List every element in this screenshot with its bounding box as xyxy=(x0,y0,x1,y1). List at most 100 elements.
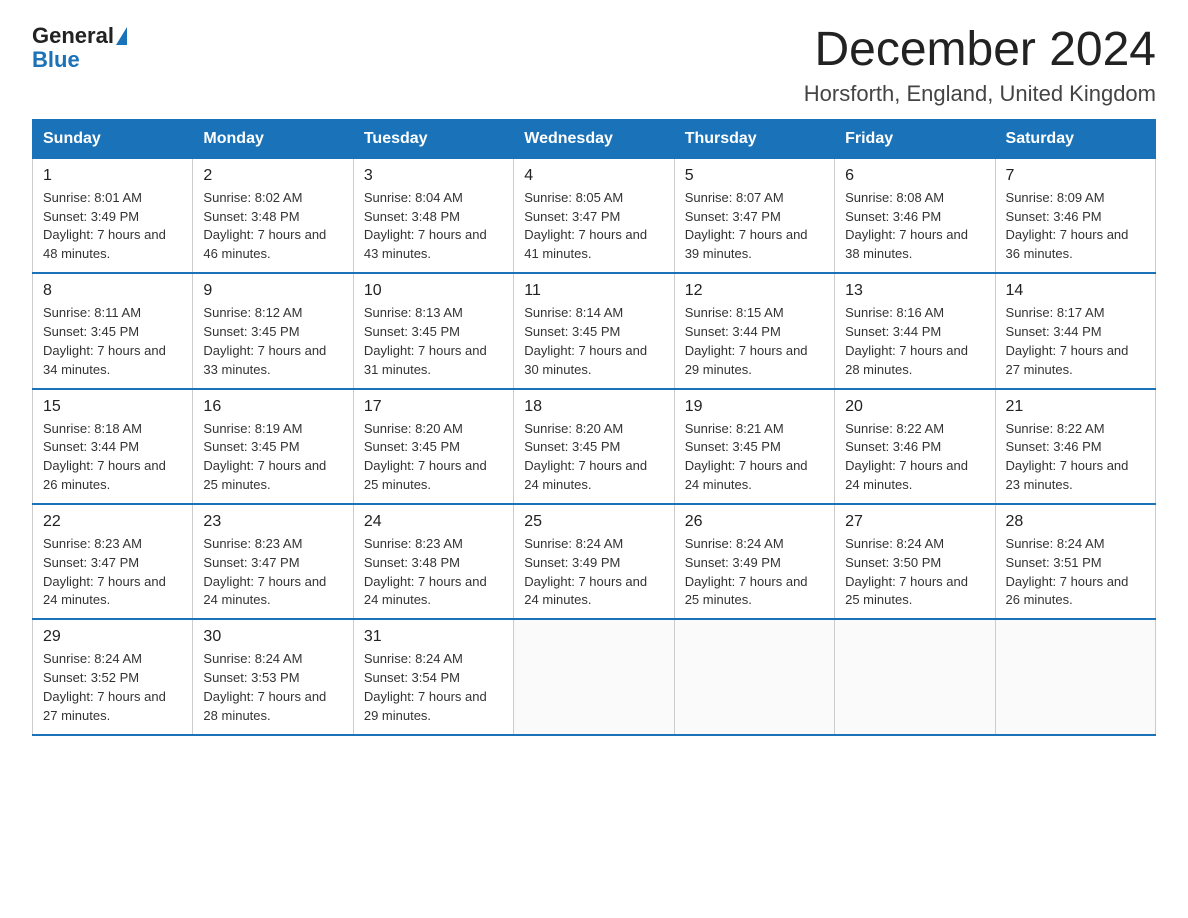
day-number: 27 xyxy=(845,513,984,531)
day-info: Sunrise: 8:01 AMSunset: 3:49 PMDaylight:… xyxy=(43,189,182,264)
day-number: 4 xyxy=(524,167,663,185)
day-info: Sunrise: 8:11 AMSunset: 3:45 PMDaylight:… xyxy=(43,304,182,379)
day-number: 21 xyxy=(1006,398,1145,416)
table-row: 26 Sunrise: 8:24 AMSunset: 3:49 PMDayligh… xyxy=(674,504,834,619)
day-info: Sunrise: 8:22 AMSunset: 3:46 PMDaylight:… xyxy=(1006,420,1145,495)
day-number: 30 xyxy=(203,628,342,646)
table-row: 10 Sunrise: 8:13 AMSunset: 3:45 PMDayligh… xyxy=(353,273,513,388)
month-title: December 2024 xyxy=(804,24,1156,77)
table-row: 25Sunrise: 8:24 AMSunset: 3:49 PMDayligh… xyxy=(514,504,674,619)
day-number: 10 xyxy=(364,282,503,300)
day-info: Sunrise: 8:16 AMSunset: 3:44 PMDaylight:… xyxy=(845,304,984,379)
day-number: 19 xyxy=(685,398,824,416)
day-info: Sunrise: 8:13 AMSunset: 3:45 PMDaylight:… xyxy=(364,304,503,379)
day-number: 5 xyxy=(685,167,824,185)
day-number: 8 xyxy=(43,282,182,300)
table-row: 1 Sunrise: 8:01 AMSunset: 3:49 PMDaylight… xyxy=(33,158,193,273)
table-row: 13 Sunrise: 8:16 AMSunset: 3:44 PMDayligh… xyxy=(835,273,995,388)
table-row: 24Sunrise: 8:23 AMSunset: 3:48 PMDayligh… xyxy=(353,504,513,619)
table-row: 28 Sunrise: 8:24 AMSunset: 3:51 PMDayligh… xyxy=(995,504,1155,619)
calendar-week-row: 8 Sunrise: 8:11 AMSunset: 3:45 PMDaylight… xyxy=(33,273,1156,388)
table-row: 6 Sunrise: 8:08 AMSunset: 3:46 PMDaylight… xyxy=(835,158,995,273)
calendar-header-row: Sunday Monday Tuesday Wednesday Thursday… xyxy=(33,119,1156,158)
day-number: 31 xyxy=(364,628,503,646)
table-row xyxy=(995,619,1155,734)
day-number: 25 xyxy=(524,513,663,531)
day-info: Sunrise: 8:23 AMSunset: 3:47 PMDaylight:… xyxy=(43,535,182,610)
day-number: 15 xyxy=(43,398,182,416)
day-number: 12 xyxy=(685,282,824,300)
day-info: Sunrise: 8:24 AMSunset: 3:49 PMDaylight:… xyxy=(685,535,824,610)
table-row xyxy=(835,619,995,734)
day-number: 29 xyxy=(43,628,182,646)
col-tuesday: Tuesday xyxy=(353,119,513,158)
table-row: 4Sunrise: 8:05 AMSunset: 3:47 PMDaylight… xyxy=(514,158,674,273)
day-info: Sunrise: 8:24 AMSunset: 3:51 PMDaylight:… xyxy=(1006,535,1145,610)
day-number: 9 xyxy=(203,282,342,300)
table-row: 12 Sunrise: 8:15 AMSunset: 3:44 PMDayligh… xyxy=(674,273,834,388)
day-info: Sunrise: 8:18 AMSunset: 3:44 PMDaylight:… xyxy=(43,420,182,495)
table-row: 22Sunrise: 8:23 AMSunset: 3:47 PMDayligh… xyxy=(33,504,193,619)
day-number: 26 xyxy=(685,513,824,531)
table-row: 14Sunrise: 8:17 AMSunset: 3:44 PMDayligh… xyxy=(995,273,1155,388)
day-info: Sunrise: 8:24 AMSunset: 3:50 PMDaylight:… xyxy=(845,535,984,610)
day-info: Sunrise: 8:20 AMSunset: 3:45 PMDaylight:… xyxy=(364,420,503,495)
day-info: Sunrise: 8:02 AMSunset: 3:48 PMDaylight:… xyxy=(203,189,342,264)
day-info: Sunrise: 8:14 AMSunset: 3:45 PMDaylight:… xyxy=(524,304,663,379)
day-info: Sunrise: 8:08 AMSunset: 3:46 PMDaylight:… xyxy=(845,189,984,264)
logo-general: General xyxy=(32,24,114,48)
table-row: 15 Sunrise: 8:18 AMSunset: 3:44 PMDayligh… xyxy=(33,389,193,504)
calendar-week-row: 15 Sunrise: 8:18 AMSunset: 3:44 PMDayligh… xyxy=(33,389,1156,504)
calendar-week-row: 22Sunrise: 8:23 AMSunset: 3:47 PMDayligh… xyxy=(33,504,1156,619)
table-row: 8 Sunrise: 8:11 AMSunset: 3:45 PMDaylight… xyxy=(33,273,193,388)
calendar-table: Sunday Monday Tuesday Wednesday Thursday… xyxy=(32,119,1156,736)
day-number: 24 xyxy=(364,513,503,531)
col-thursday: Thursday xyxy=(674,119,834,158)
day-number: 2 xyxy=(203,167,342,185)
table-row: 23Sunrise: 8:23 AMSunset: 3:47 PMDayligh… xyxy=(193,504,353,619)
table-row: 16Sunrise: 8:19 AMSunset: 3:45 PMDayligh… xyxy=(193,389,353,504)
day-number: 14 xyxy=(1006,282,1145,300)
table-row: 20 Sunrise: 8:22 AMSunset: 3:46 PMDayligh… xyxy=(835,389,995,504)
day-number: 28 xyxy=(1006,513,1145,531)
table-row: 11Sunrise: 8:14 AMSunset: 3:45 PMDayligh… xyxy=(514,273,674,388)
day-info: Sunrise: 8:15 AMSunset: 3:44 PMDaylight:… xyxy=(685,304,824,379)
col-sunday: Sunday xyxy=(33,119,193,158)
day-number: 6 xyxy=(845,167,984,185)
day-info: Sunrise: 8:24 AMSunset: 3:52 PMDaylight:… xyxy=(43,650,182,725)
table-row: 3 Sunrise: 8:04 AMSunset: 3:48 PMDaylight… xyxy=(353,158,513,273)
col-saturday: Saturday xyxy=(995,119,1155,158)
table-row: 31Sunrise: 8:24 AMSunset: 3:54 PMDayligh… xyxy=(353,619,513,734)
day-info: Sunrise: 8:07 AMSunset: 3:47 PMDaylight:… xyxy=(685,189,824,264)
location-title: Horsforth, England, United Kingdom xyxy=(804,81,1156,107)
col-friday: Friday xyxy=(835,119,995,158)
table-row: 9 Sunrise: 8:12 AMSunset: 3:45 PMDaylight… xyxy=(193,273,353,388)
day-info: Sunrise: 8:04 AMSunset: 3:48 PMDaylight:… xyxy=(364,189,503,264)
table-row: 29 Sunrise: 8:24 AMSunset: 3:52 PMDayligh… xyxy=(33,619,193,734)
table-row: 7 Sunrise: 8:09 AMSunset: 3:46 PMDaylight… xyxy=(995,158,1155,273)
day-number: 17 xyxy=(364,398,503,416)
calendar-week-row: 1 Sunrise: 8:01 AMSunset: 3:49 PMDaylight… xyxy=(33,158,1156,273)
table-row: 5 Sunrise: 8:07 AMSunset: 3:47 PMDaylight… xyxy=(674,158,834,273)
table-row xyxy=(674,619,834,734)
title-block: December 2024 Horsforth, England, United… xyxy=(804,24,1156,107)
day-info: Sunrise: 8:22 AMSunset: 3:46 PMDaylight:… xyxy=(845,420,984,495)
table-row: 17 Sunrise: 8:20 AMSunset: 3:45 PMDayligh… xyxy=(353,389,513,504)
day-info: Sunrise: 8:12 AMSunset: 3:45 PMDaylight:… xyxy=(203,304,342,379)
logo-blue: Blue xyxy=(32,47,80,72)
table-row: 18Sunrise: 8:20 AMSunset: 3:45 PMDayligh… xyxy=(514,389,674,504)
logo: General Blue xyxy=(32,24,127,72)
day-info: Sunrise: 8:09 AMSunset: 3:46 PMDaylight:… xyxy=(1006,189,1145,264)
day-number: 16 xyxy=(203,398,342,416)
col-monday: Monday xyxy=(193,119,353,158)
day-number: 3 xyxy=(364,167,503,185)
day-info: Sunrise: 8:24 AMSunset: 3:53 PMDaylight:… xyxy=(203,650,342,725)
day-number: 18 xyxy=(524,398,663,416)
day-number: 7 xyxy=(1006,167,1145,185)
day-number: 13 xyxy=(845,282,984,300)
day-number: 1 xyxy=(43,167,182,185)
day-number: 20 xyxy=(845,398,984,416)
day-number: 23 xyxy=(203,513,342,531)
col-wednesday: Wednesday xyxy=(514,119,674,158)
table-row: 21 Sunrise: 8:22 AMSunset: 3:46 PMDayligh… xyxy=(995,389,1155,504)
